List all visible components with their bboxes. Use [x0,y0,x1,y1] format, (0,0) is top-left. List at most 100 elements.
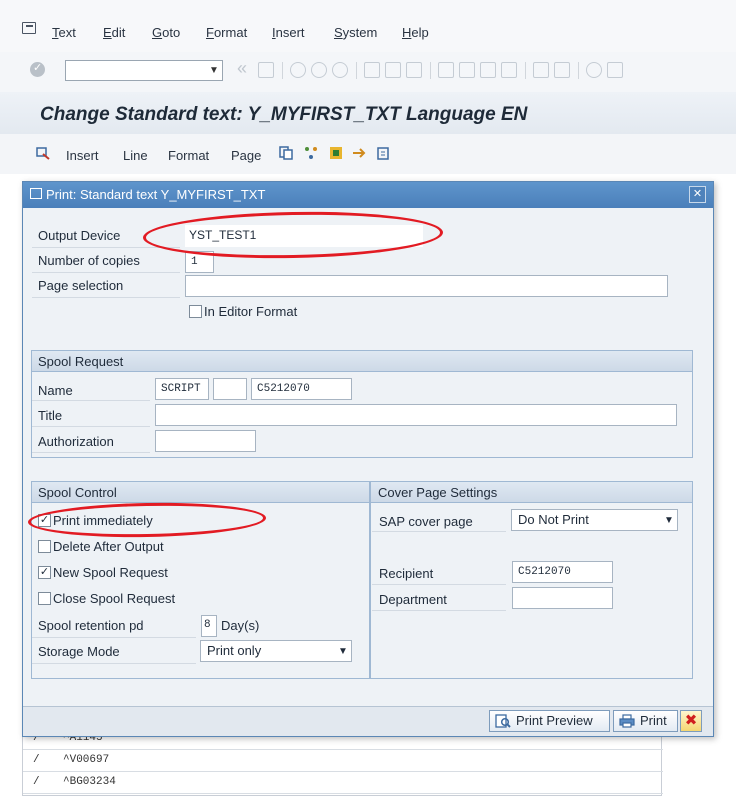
chevron-down-icon[interactable]: ▼ [338,646,348,657]
page-selection-field[interactable] [185,275,668,297]
editor-format-checkbox[interactable] [189,305,202,318]
output-device-label: Output Device [38,228,121,243]
chevron-down-icon[interactable]: ▼ [206,61,222,80]
authorization-field[interactable] [155,430,256,452]
find-icon[interactable] [385,62,401,78]
cancel-icon[interactable] [332,62,348,78]
menu-goto-label: Goto [152,25,181,40]
paste-icon[interactable] [376,146,390,160]
text-lines-list: / ^A1145 / ^V00697 / ^BG03234 [22,728,663,796]
new-session-icon[interactable] [533,62,549,78]
line-format: / [33,776,40,788]
new-spool-request-label: New Spool Request [53,565,168,580]
dialog-menu-icon[interactable] [30,188,42,199]
toolbar-separator [525,62,526,79]
retention-field[interactable]: 8 [201,615,217,637]
line-button[interactable]: Line [123,148,148,163]
retention-unit: Day(s) [221,618,260,633]
move-icon[interactable] [352,146,366,160]
sap-cover-page-value: Do Not Print [518,512,589,527]
menu-text-label: Text [52,25,76,40]
department-field[interactable] [512,587,613,609]
menu-system[interactable]: System [334,25,377,40]
menu-insert[interactable]: Insert [272,25,305,40]
layout-menu-icon[interactable] [607,62,623,78]
menu-goto[interactable]: Goto [152,25,180,40]
list-item[interactable]: / ^BG03234 [23,773,663,794]
toolbar-separator [578,62,579,79]
print-preview-label: Print Preview [516,713,593,728]
history-back-icon[interactable]: « [237,58,247,79]
structure-icon[interactable] [304,146,318,160]
insert-button[interactable]: Insert [66,148,99,163]
group-header [32,351,692,372]
retention-label: Spool retention pd [38,618,144,633]
menu-help-label: Help [402,25,429,40]
menu-help[interactable]: Help [402,25,429,40]
storage-mode-value: Print only [207,643,262,658]
shortcut-icon[interactable] [554,62,570,78]
department-label: Department [379,592,447,607]
spool-title-label: Title [38,408,63,423]
authorization-label: Authorization [38,434,114,449]
page-title: Change Standard text: Y_MYFIRST_TXT Lang… [40,104,528,125]
storage-mode-select[interactable]: Print only [200,640,352,662]
symbols-icon[interactable] [329,146,343,160]
menu-system-label: System [334,25,378,40]
recipient-field[interactable]: C5212070 [512,561,613,583]
chevron-down-icon[interactable]: ▼ [664,515,674,526]
spool-name-field-1[interactable]: SCRIPT [155,378,209,400]
display-change-icon[interactable] [36,146,50,160]
spool-name-label: Name [38,383,73,398]
menu-insert-label: Insert [272,25,305,40]
close-icon: ✖ [684,712,698,729]
spool-title-field[interactable] [155,404,677,426]
first-page-icon[interactable] [438,62,454,78]
find-next-icon[interactable] [406,62,422,78]
line-format: / [33,754,40,766]
sap-cover-page-select[interactable]: Do Not Print [511,509,678,531]
page-button[interactable]: Page [231,148,261,163]
spool-name-field-2[interactable] [213,378,247,400]
window-menu-icon[interactable] [22,22,36,34]
exit-icon[interactable] [311,62,327,78]
close-spool-request-checkbox[interactable] [38,592,51,605]
back-icon[interactable] [290,62,306,78]
new-spool-request-checkbox[interactable]: ✓ [38,566,51,579]
save-icon[interactable] [258,62,274,78]
menu-format[interactable]: Format [206,25,247,40]
sap-cover-page-label: SAP cover page [379,514,473,529]
menu-text[interactable]: Text [52,25,76,40]
print-icon[interactable] [364,62,380,78]
format-button[interactable]: Format [168,148,209,163]
line-text: ^BG03234 [63,776,116,788]
spool-control-title: Spool Control [38,485,117,500]
enter-icon[interactable] [30,61,45,77]
close-icon[interactable]: ✕ [689,186,706,203]
delete-after-output-checkbox[interactable] [38,540,51,553]
command-field[interactable] [65,60,223,81]
next-page-icon[interactable] [480,62,496,78]
copy-icon[interactable] [279,146,293,160]
toolbar-separator [356,62,357,79]
cover-page-title: Cover Page Settings [378,485,498,500]
list-item[interactable]: / ^V00697 [23,751,663,772]
previous-page-icon[interactable] [459,62,475,78]
line-text: ^V00697 [63,754,110,766]
spool-request-title: Spool Request [38,354,124,369]
last-page-icon[interactable] [501,62,517,78]
help-icon[interactable] [586,62,602,78]
close-spool-request-label: Close Spool Request [53,591,176,606]
print-preview-button[interactable]: Print Preview [489,710,610,732]
menu-edit[interactable]: Edit [103,25,125,40]
printer-icon [619,714,635,728]
spool-name-field-3[interactable]: C5212070 [251,378,352,400]
editor-format-label: In Editor Format [204,304,298,319]
dialog-title: Print: Standard text Y_MYFIRST_TXT [46,187,266,202]
recipient-label: Recipient [379,566,434,581]
menu-edit-label: Edit [103,25,126,40]
toolbar-separator [430,62,431,79]
page-selection-label: Page selection [38,278,124,293]
print-button[interactable]: Print [613,710,678,732]
cancel-button[interactable]: ✖ [680,710,702,732]
